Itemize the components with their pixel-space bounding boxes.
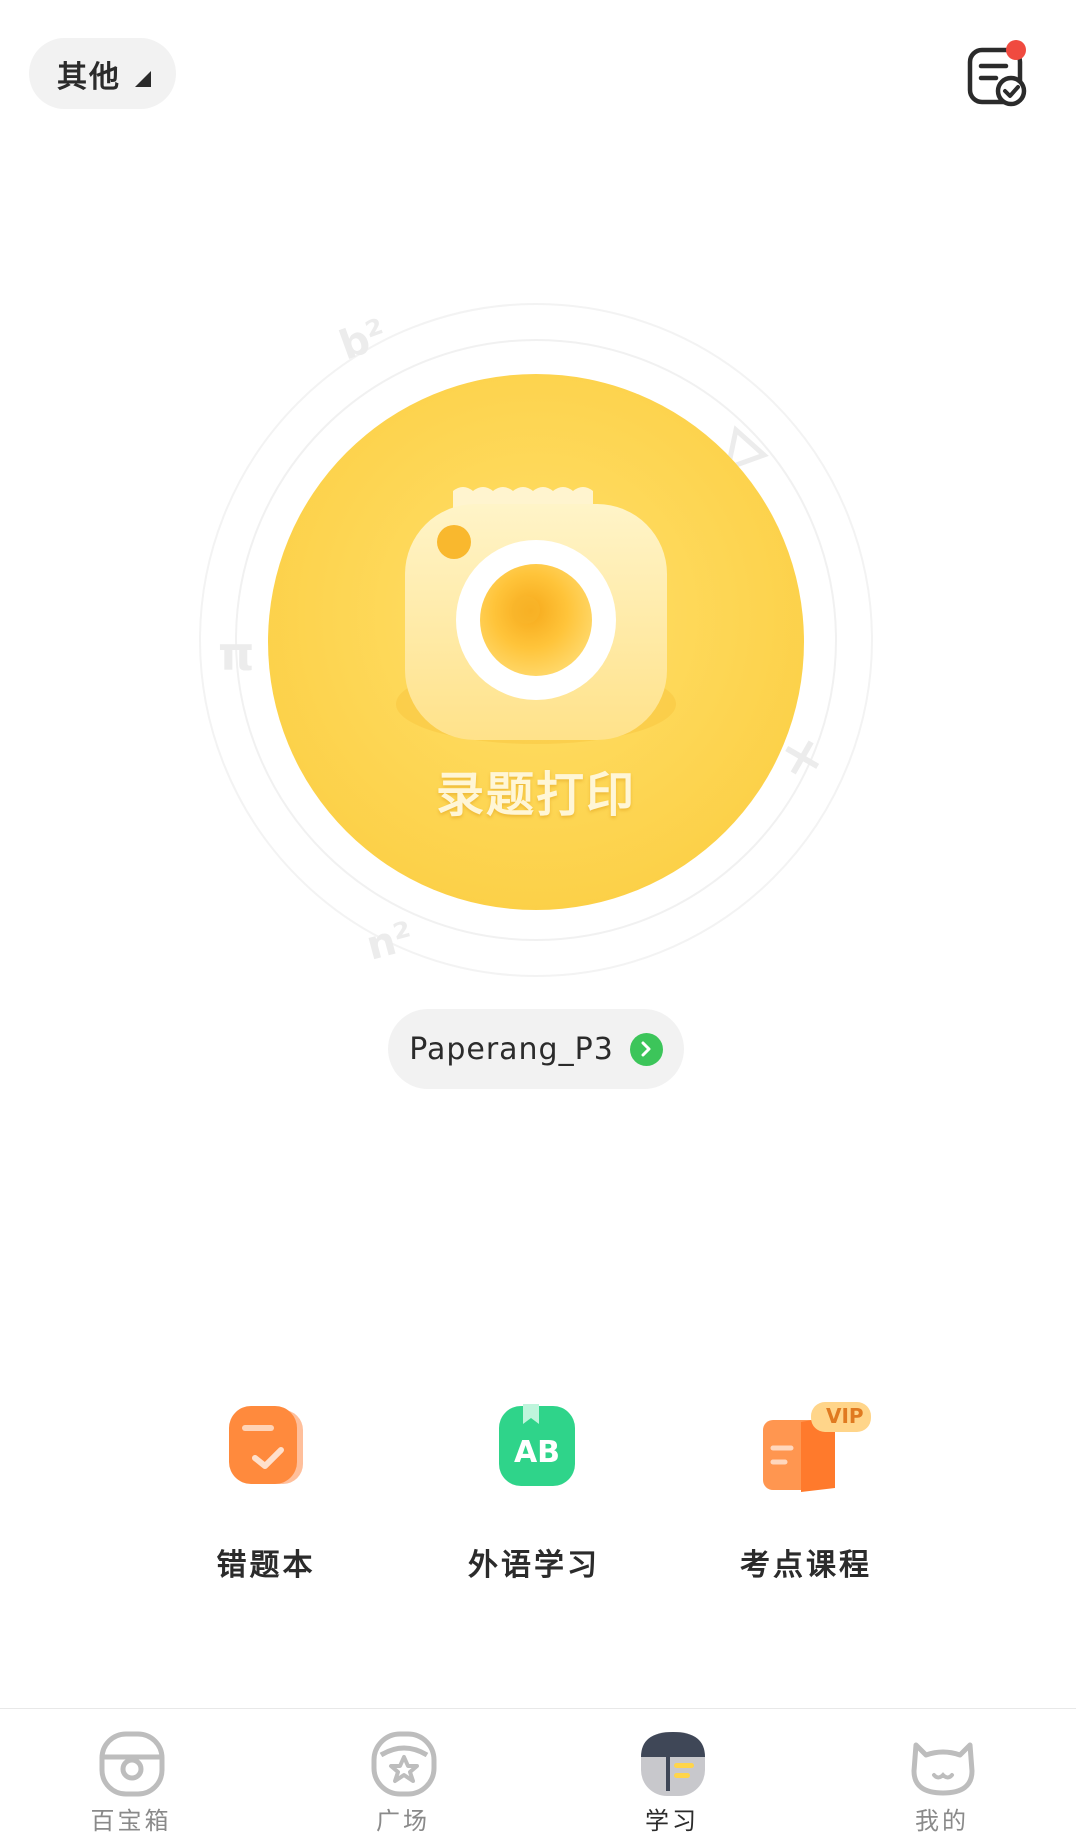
- chevron-right-icon: [629, 1032, 663, 1066]
- category-label: 其他: [57, 59, 121, 95]
- caret-down-icon: [135, 70, 151, 87]
- category-selector[interactable]: 其他: [29, 38, 176, 109]
- star-plaza-icon: [371, 1731, 437, 1797]
- svg-text:b²: b²: [334, 310, 393, 369]
- tab-profile[interactable]: 我的: [872, 1709, 1012, 1843]
- ab-book-icon: AB: [499, 1404, 575, 1486]
- feature-mistake-book[interactable]: 错题本: [166, 1400, 366, 1590]
- mistake-book-icon: [229, 1406, 303, 1484]
- scan-print-button[interactable]: [268, 374, 804, 910]
- study-icon: [641, 1732, 705, 1796]
- feature-label: 错题本: [216, 1548, 316, 1583]
- svg-text:π: π: [218, 627, 254, 681]
- camera-icon: [268, 374, 804, 910]
- feature-language-study[interactable]: AB 外语学习: [434, 1400, 634, 1590]
- bottom-tab-bar: 百宝箱 广场 学习 我的: [0, 1708, 1076, 1843]
- task-list-button[interactable]: [962, 40, 1034, 112]
- svg-text:n²: n²: [362, 913, 418, 969]
- svg-text:AB: AB: [514, 1435, 560, 1470]
- device-name: Paperang_P3: [409, 1031, 614, 1067]
- tab-label: 我的: [915, 1807, 969, 1835]
- vip-badge: VIP: [826, 1404, 864, 1428]
- tab-label: 广场: [376, 1807, 430, 1835]
- tab-toolbox[interactable]: 百宝箱: [61, 1709, 201, 1843]
- notification-dot: [1006, 40, 1026, 60]
- tab-study[interactable]: 学习: [602, 1709, 742, 1843]
- device-selector-button[interactable]: Paperang_P3: [388, 1009, 684, 1089]
- tab-label: 学习: [645, 1807, 699, 1835]
- tab-label: 百宝箱: [90, 1807, 172, 1835]
- toolbox-icon: [99, 1731, 165, 1797]
- cat-profile-icon: [911, 1742, 975, 1796]
- feature-label: 考点课程: [740, 1548, 872, 1583]
- tab-plaza[interactable]: 广场: [333, 1709, 473, 1843]
- feature-exam-course[interactable]: VIP 考点课程: [706, 1400, 906, 1590]
- feature-label: 外语学习: [468, 1548, 600, 1583]
